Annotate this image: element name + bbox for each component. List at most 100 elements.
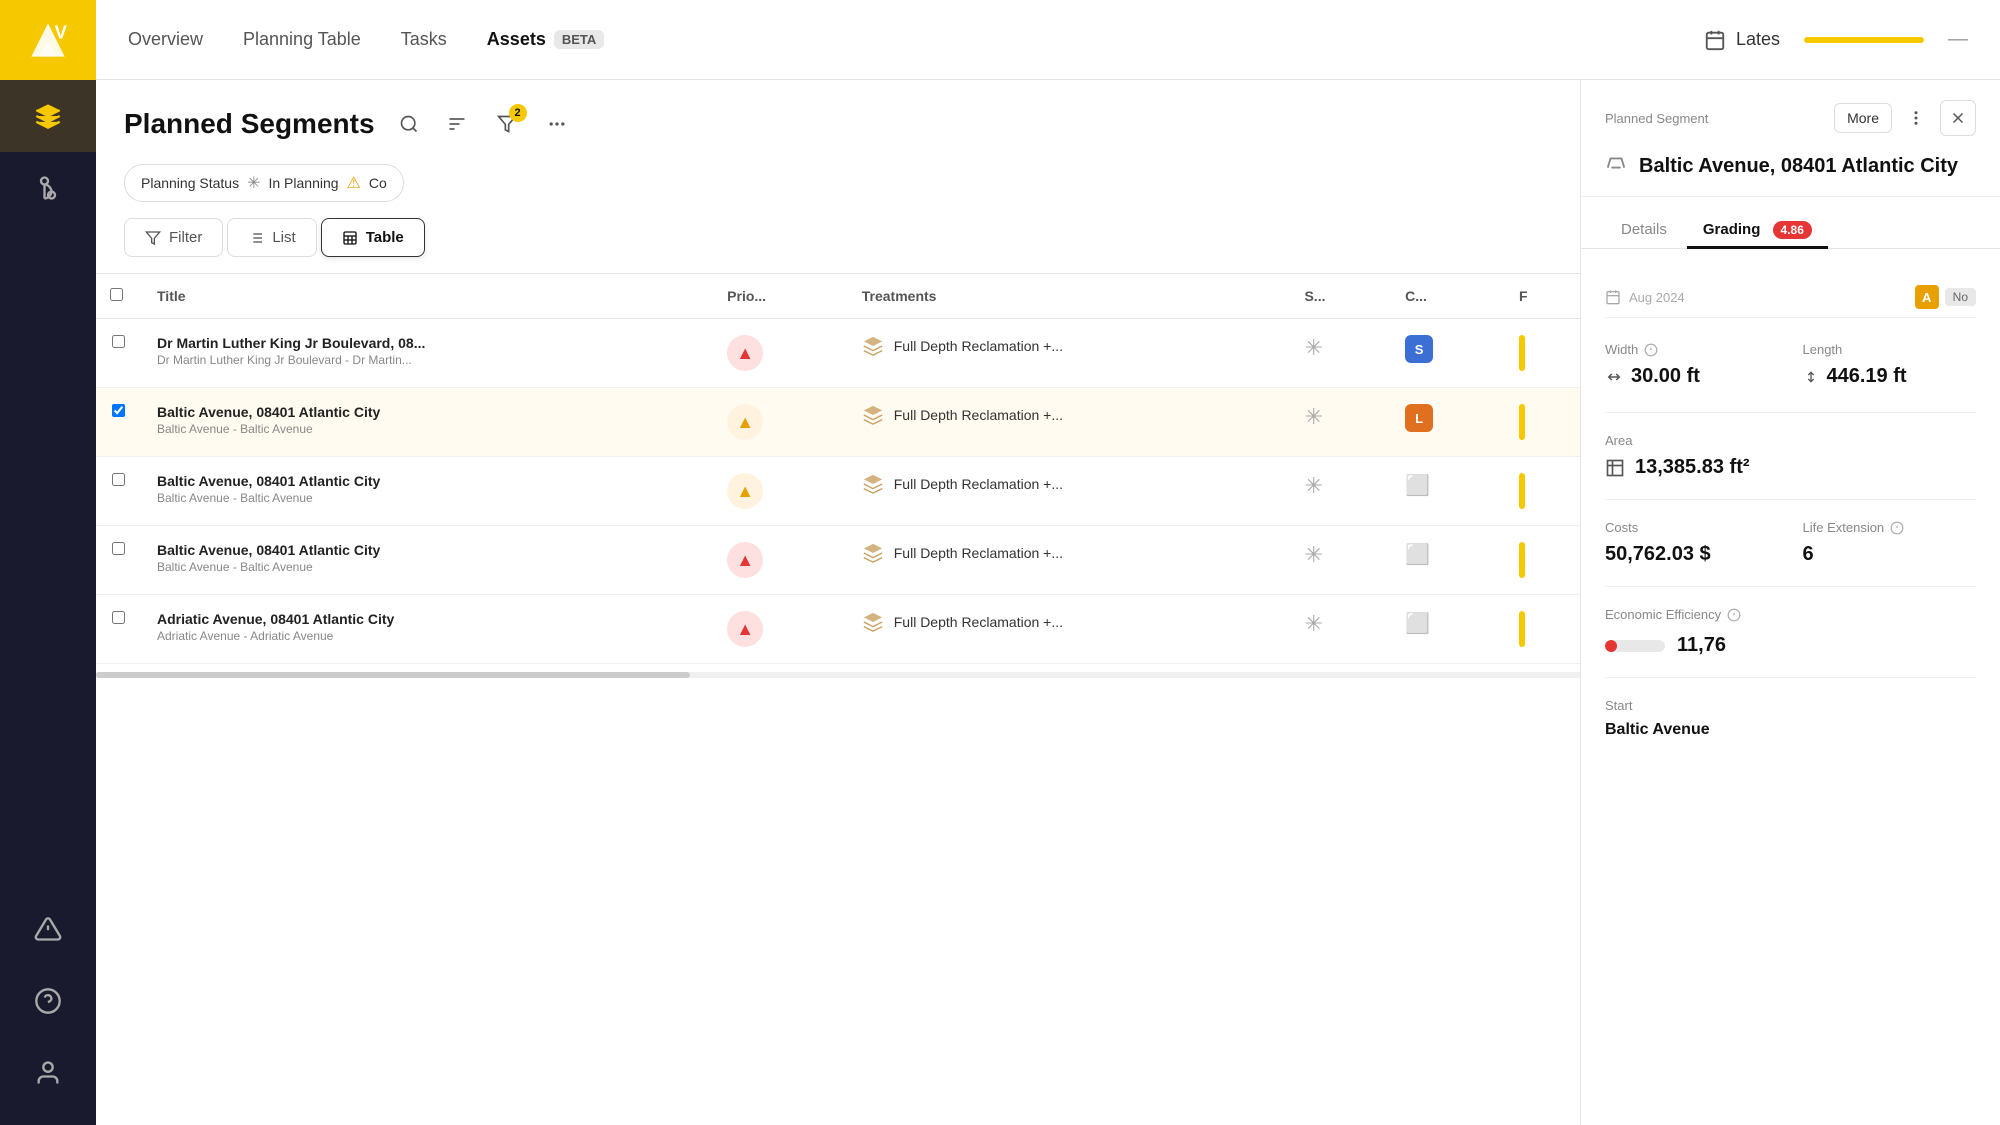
row-treatment-cell: Full Depth Reclamation +... (846, 319, 1289, 388)
sidebar-item-layers[interactable] (0, 80, 96, 152)
row-c-cell: ⬜ (1389, 457, 1503, 526)
search-button[interactable] (391, 106, 427, 142)
sort-button[interactable] (439, 106, 475, 142)
costs-label: Costs (1605, 520, 1779, 535)
row-checkbox[interactable] (112, 473, 125, 486)
lates-label: Lates (1736, 29, 1780, 50)
treatment-icon (862, 611, 884, 633)
row-subtitle: Baltic Avenue - Baltic Avenue (157, 422, 695, 436)
sidebar-item-user[interactable] (0, 1037, 96, 1109)
content-area: Planned Segments (96, 80, 2000, 1125)
progress-bar (1804, 37, 1924, 43)
filter-tab-label: Filter (169, 229, 202, 246)
row-title-cell: Baltic Avenue, 08401 Atlantic City Balti… (141, 388, 711, 457)
start-section: Start Baltic Avenue (1605, 678, 1976, 759)
row-treatment-cell: Full Depth Reclamation +... (846, 595, 1289, 664)
select-all-checkbox[interactable] (110, 288, 123, 301)
in-planning-label: In Planning (268, 175, 338, 191)
sidebar-item-help[interactable] (0, 965, 96, 1037)
row-title: Baltic Avenue, 08401 Atlantic City (157, 473, 695, 489)
header-icons: 2 (391, 104, 575, 144)
rp-tabs: Details Grading 4.86 (1581, 197, 2000, 249)
filter-badge-button[interactable]: 2 (487, 104, 527, 144)
status-asterisk-icon: ✳ (1304, 611, 1322, 636)
row-checkbox[interactable] (112, 335, 125, 348)
treatment-text: Full Depth Reclamation +... (894, 338, 1063, 354)
rp-actions: More (1834, 100, 1976, 136)
row-priority-cell: ▲ (711, 457, 846, 526)
row-priority-cell: ▲ (711, 595, 846, 664)
row-title-cell: Dr Martin Luther King Jr Boulevard, 08..… (141, 319, 711, 388)
row-title-cell: Baltic Avenue, 08401 Atlantic City Balti… (141, 457, 711, 526)
width-value: 30.00 ft (1605, 365, 1779, 388)
panel-header: Planned Segments (96, 80, 1580, 164)
filter-tab[interactable]: Filter (124, 218, 223, 257)
row-c-cell: L (1389, 388, 1503, 457)
nav-tasks[interactable]: Tasks (401, 21, 447, 58)
costs-section: Costs 50,762.03 $ Life Extension 6 (1605, 500, 1976, 587)
table-row[interactable]: Baltic Avenue, 08401 Atlantic City Balti… (96, 388, 1580, 457)
list-tab-label: List (272, 229, 295, 246)
priority-icon: ▲ (727, 404, 763, 440)
treatment-text: Full Depth Reclamation +... (894, 407, 1063, 423)
row-priority-cell: ▲ (711, 319, 846, 388)
row-checkbox[interactable] (112, 611, 125, 624)
treatment-text: Full Depth Reclamation +... (894, 545, 1063, 561)
nav-overview[interactable]: Overview (128, 21, 203, 58)
dots-menu-button[interactable] (1900, 102, 1932, 134)
row-status-cell: ✳ (1288, 595, 1389, 664)
width-label: Width (1605, 342, 1779, 357)
table-row[interactable]: Baltic Avenue, 08401 Atlantic City Balti… (96, 526, 1580, 595)
row-title: Baltic Avenue, 08401 Atlantic City (157, 542, 695, 558)
row-f-cell (1503, 595, 1580, 664)
row-checkbox[interactable] (112, 542, 125, 555)
nav-dash: — (1948, 28, 1968, 51)
row-checkbox[interactable] (112, 404, 125, 417)
list-tab[interactable]: List (227, 218, 316, 257)
table-row[interactable]: Baltic Avenue, 08401 Atlantic City Balti… (96, 457, 1580, 526)
row-f-cell (1503, 388, 1580, 457)
rp-label: Planned Segment (1605, 111, 1708, 126)
start-label: Start (1605, 698, 1976, 713)
close-panel-button[interactable] (1940, 100, 1976, 136)
nav-right: Lates — (1704, 28, 1968, 51)
sidebar-item-route[interactable] (0, 152, 96, 224)
nav-assets[interactable]: Assets BETA (487, 21, 604, 58)
sidebar-item-warning[interactable] (0, 893, 96, 965)
life-ext-label: Life Extension (1803, 520, 1977, 535)
treatment-cell: Full Depth Reclamation +... (862, 404, 1273, 426)
col-status: S... (1288, 274, 1389, 319)
top-nav: Overview Planning Table Tasks Assets BET… (96, 0, 2000, 80)
tab-details[interactable]: Details (1605, 213, 1683, 249)
row-status-cell: ✳ (1288, 319, 1389, 388)
treatment-icon (862, 404, 884, 426)
rp-body: Aug 2024 A No Width (1581, 249, 2000, 1125)
row-treatment-cell: Full Depth Reclamation +... (846, 388, 1289, 457)
costs-grid: Costs 50,762.03 $ Life Extension 6 (1605, 520, 1976, 566)
filter-row: Planning Status ✳ In Planning ⚠ Co (96, 164, 1580, 218)
efficiency-value: 11,76 (1677, 634, 1726, 657)
priority-icon: ▲ (727, 542, 763, 578)
tab-grading[interactable]: Grading 4.86 (1687, 213, 1828, 249)
col-treatments: Treatments (846, 274, 1289, 319)
more-options-button[interactable] (539, 106, 575, 142)
warning-chip-icon: ⚠ (347, 173, 361, 193)
co-label: Co (369, 175, 387, 191)
lates-button[interactable]: Lates (1704, 29, 1780, 51)
table-row[interactable]: Dr Martin Luther King Jr Boulevard, 08..… (96, 319, 1580, 388)
planning-status-chip[interactable]: Planning Status ✳ In Planning ⚠ Co (124, 164, 404, 202)
more-button[interactable]: More (1834, 103, 1892, 133)
asterisk-icon: ✳ (247, 173, 260, 193)
road-icon (1605, 152, 1627, 180)
table-tab[interactable]: Table (321, 218, 425, 257)
priority-icon: ▲ (727, 335, 763, 371)
row-c-cell: S (1389, 319, 1503, 388)
col-f: F (1503, 274, 1580, 319)
horizontal-scrollbar[interactable] (96, 672, 1580, 678)
row-subtitle: Baltic Avenue - Baltic Avenue (157, 560, 695, 574)
row-title-cell: Baltic Avenue, 08401 Atlantic City Balti… (141, 526, 711, 595)
life-ext-item: Life Extension 6 (1803, 520, 1977, 566)
nav-planning-table[interactable]: Planning Table (243, 21, 361, 58)
col-title: Title (141, 274, 711, 319)
table-row[interactable]: Adriatic Avenue, 08401 Atlantic City Adr… (96, 595, 1580, 664)
